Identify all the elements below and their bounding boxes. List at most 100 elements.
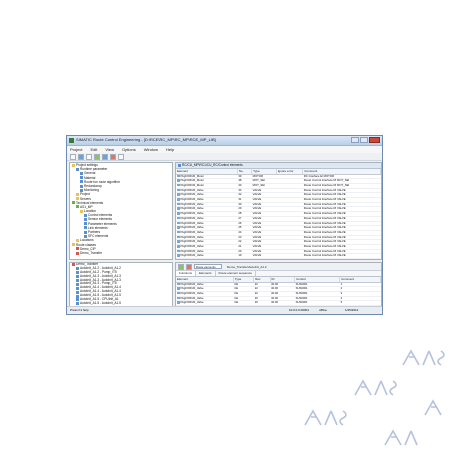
cell-text: PkgFORUR_Valve	[180, 188, 204, 192]
cell-text: 27	[238, 216, 242, 220]
folder-icon	[76, 167, 79, 171]
download-icon[interactable]	[102, 154, 108, 160]
properties-icon[interactable]	[118, 154, 124, 160]
cell-text: VALVE	[252, 211, 262, 216]
minimize-button[interactable]	[351, 137, 359, 143]
close-button[interactable]	[369, 137, 380, 143]
cell-text: 26	[238, 221, 242, 225]
cell-text: Route Control Interface RI VALVE	[303, 206, 346, 211]
cell-text: 32	[238, 192, 242, 197]
folder-icon	[80, 184, 83, 188]
cell-text: Route Control Interface RI VALVE	[304, 259, 346, 260]
cell-text: PkgFORUR_Valve	[180, 221, 204, 225]
control-elements-panel: RC/CU_MP\RC1/CU_RC/Control elements Elem…	[175, 162, 382, 260]
cell-text: PkgFORUR_Valve	[181, 259, 204, 260]
cell-text: CE	[234, 296, 239, 300]
tree-item[interactable]: Demo_Transfer	[70, 251, 172, 255]
cell-text: VALVE	[252, 239, 262, 244]
tab-functions[interactable]: Functions	[176, 271, 197, 276]
cell-text: 20	[254, 300, 258, 305]
element-icon	[177, 179, 180, 182]
new-icon[interactable]	[70, 154, 76, 160]
remove-icon[interactable]	[186, 263, 192, 270]
element-icon	[177, 249, 180, 253]
element-icon	[177, 254, 180, 257]
cell-text: PkgFORUR_Valve	[180, 192, 204, 197]
cell-text: CE	[234, 291, 239, 295]
cell-text: VALVE	[252, 221, 262, 225]
cell-text: 33	[238, 188, 242, 192]
folder-icon	[76, 238, 79, 242]
cell-text: 31	[238, 197, 242, 202]
cell-text: VALVE	[252, 188, 262, 192]
cell-text: 28	[238, 211, 242, 216]
folder-icon	[76, 197, 79, 201]
cell-text: 20	[254, 296, 258, 300]
element-icon	[177, 193, 180, 196]
menu-item[interactable]: Options	[122, 146, 136, 153]
cell-text: Route Control Interface RI MOT_SEI	[303, 178, 350, 183]
menu-item[interactable]: View	[105, 146, 114, 153]
open-icon[interactable]	[78, 154, 84, 160]
element-icon	[177, 188, 180, 192]
cell-text: PkgFORUR_Valve	[180, 253, 204, 258]
cell-text: PkgFORUR_Valve	[180, 211, 204, 216]
cell-text: PkgFORUR_Valve	[180, 244, 204, 249]
title-bar: SIMATIC Route Control Engineering - [D:\…	[67, 136, 382, 146]
cell-text: 22	[254, 291, 258, 295]
cell-text: PkgFORUR_Valve	[180, 206, 204, 211]
cell-text: 40.00	[271, 300, 279, 305]
cell-text: Route Control Interface RI VALVE	[303, 216, 346, 220]
maximize-button[interactable]	[360, 137, 368, 143]
route-icon	[76, 294, 79, 298]
route-icon	[76, 279, 79, 282]
cell-text: 23	[238, 235, 242, 239]
cell-text: VALVE	[252, 225, 262, 230]
menu-item[interactable]: Edit	[90, 146, 97, 153]
element-icon	[177, 245, 180, 248]
tab-elements[interactable]: Elements	[196, 271, 216, 276]
table-cell: 18	[237, 258, 252, 259]
cell-text: 24	[238, 230, 242, 234]
cell-text: 40.00	[271, 286, 279, 291]
cell-text: 29	[238, 206, 242, 211]
cell-text: 25	[238, 225, 242, 230]
element-icon	[177, 221, 180, 225]
cell-text: Route Control Interface RI VALVE	[303, 188, 346, 192]
cell-text: PkgFORUR_Valve	[180, 216, 204, 220]
table-row[interactable]: PkgFORUR_Valve 18 VALVE Route Control Inter…	[176, 258, 381, 260]
project-tree[interactable]: Project settings Runtime parameter General…	[69, 162, 173, 260]
save-icon[interactable]	[86, 154, 92, 160]
cell-text: MOT_SEI	[252, 178, 265, 183]
element-icon	[177, 301, 180, 304]
folder-icon	[80, 188, 83, 192]
element-icon	[177, 202, 180, 206]
cell-text: Route Control Interface RI VALVE	[303, 202, 346, 206]
route-icon	[76, 286, 79, 290]
route-icon	[76, 290, 79, 294]
element-icon	[177, 259, 180, 260]
watermark-mark-5	[424, 399, 442, 416]
menu-item[interactable]: Window	[144, 146, 158, 153]
watermark-mark-3	[402, 349, 445, 366]
folder-icon	[72, 243, 75, 247]
cell-text: 19	[238, 253, 242, 258]
element-icon	[177, 212, 180, 215]
route-tree[interactable]: Demo_Transfer AutoInit_A1.2 - AutoInit_A1…	[69, 262, 173, 307]
menu-item[interactable]: Project	[70, 146, 82, 153]
view-select[interactable]: Route elements	[194, 264, 222, 269]
elements-table: Element No. Type Ignore error Comment PkgFOR…	[176, 169, 381, 260]
add-icon[interactable]	[178, 263, 184, 270]
bottom-toolbar: Route elements Demo_Transfer\AutoInit_A1…	[176, 263, 381, 271]
menu-item[interactable]: Help	[166, 146, 174, 153]
cell-text: RC Interface EI MOTOR	[303, 174, 335, 178]
compile-icon[interactable]	[94, 154, 100, 160]
folder-icon	[84, 234, 87, 238]
panel-title-text: RC/CU_MP\RC1/CU_RC/Control elements	[182, 163, 243, 167]
cell-text: PkgFORUR_Valve	[180, 225, 204, 230]
cell-text: PkgFORUR_Valve	[180, 296, 204, 300]
table-cell: PkgFORUR_Valve	[176, 258, 238, 260]
cell-text: PkgFORUR_Valve	[180, 300, 204, 305]
delete-icon[interactable]	[110, 154, 116, 160]
tab-route-element-sequence[interactable]: Route element sequence	[216, 271, 256, 276]
